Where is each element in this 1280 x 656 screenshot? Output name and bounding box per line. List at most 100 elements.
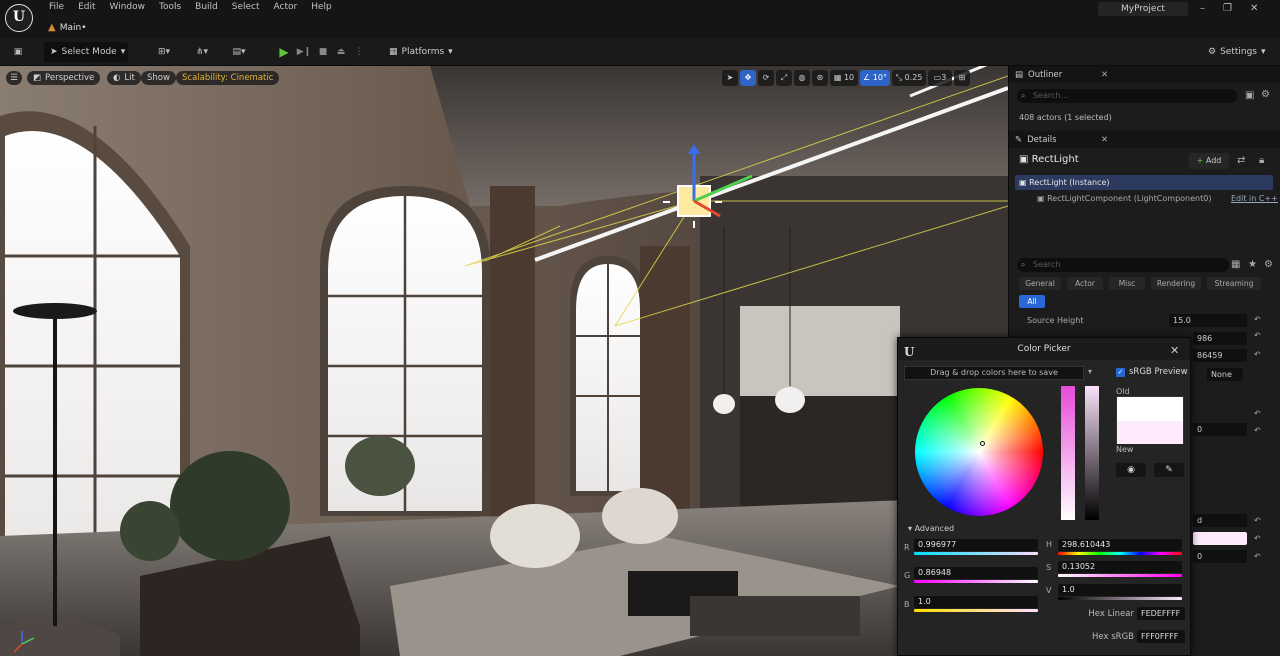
property-dropdown[interactable]: None bbox=[1207, 368, 1243, 381]
s-gradient[interactable] bbox=[1058, 574, 1182, 577]
select-tool-icon[interactable]: ➤ bbox=[722, 70, 738, 86]
component-row-instance[interactable]: ▣ RectLight (Instance) bbox=[1015, 175, 1273, 190]
close-icon[interactable]: ✕ bbox=[1250, 3, 1258, 14]
surface-snap-icon[interactable]: ⊛ bbox=[812, 70, 828, 86]
details-tab[interactable]: ✎ Details ✕ bbox=[1009, 131, 1280, 148]
category-misc[interactable]: Misc bbox=[1109, 277, 1145, 290]
menu-edit[interactable]: Edit bbox=[71, 1, 102, 13]
grid-snap-button[interactable]: ▦ 10 bbox=[830, 70, 858, 86]
s-field[interactable]: 0.13052 bbox=[1058, 561, 1182, 573]
lit-button[interactable]: ◐ Lit bbox=[107, 71, 141, 85]
saturation-slider[interactable] bbox=[1061, 386, 1075, 520]
details-close-icon[interactable]: ✕ bbox=[1101, 135, 1108, 145]
component-row-rectlight[interactable]: ▣ RectLightComponent (LightComponent0) bbox=[1037, 194, 1211, 203]
lock-icon[interactable]: 🔒︎ bbox=[1259, 155, 1264, 166]
table-view-icon[interactable]: ▦ bbox=[1231, 259, 1240, 270]
scalability-badge[interactable]: Scalability: Cinematic bbox=[176, 71, 280, 85]
outliner-close-icon[interactable]: ✕ bbox=[1101, 70, 1108, 80]
reset-icon[interactable]: ↶ bbox=[1254, 331, 1261, 340]
checkbox-checked-icon[interactable]: ✓ bbox=[1116, 367, 1125, 377]
perspective-button[interactable]: ◩ Perspective bbox=[27, 71, 101, 85]
reset-icon[interactable]: ↶ bbox=[1254, 350, 1261, 359]
add-content-icon[interactable]: ⊞▾ bbox=[150, 42, 178, 62]
show-button[interactable]: Show bbox=[141, 71, 176, 85]
v-field[interactable]: 1.0 bbox=[1058, 584, 1182, 596]
eyedropper-icon[interactable]: ✎ bbox=[1154, 463, 1184, 477]
world-space-icon[interactable]: ◍ bbox=[794, 70, 810, 86]
h-gradient[interactable] bbox=[1058, 552, 1182, 555]
reset-icon[interactable]: ↶ bbox=[1254, 552, 1261, 561]
hex-srgb-field[interactable]: FFF0FFFF bbox=[1137, 630, 1185, 643]
settings-button[interactable]: ⚙ Settings ▾ bbox=[1208, 42, 1270, 62]
color-picker-title-bar[interactable]: U Color Picker ✕ bbox=[898, 338, 1190, 360]
star-icon[interactable]: ★ bbox=[1248, 259, 1257, 270]
blueprints-icon[interactable]: ⋔▾ bbox=[188, 42, 216, 62]
play-options-icon[interactable]: ⋮ bbox=[352, 42, 366, 62]
property-field-5[interactable]: 0 bbox=[1193, 550, 1247, 563]
stop-icon[interactable]: ■ bbox=[316, 42, 330, 62]
b-field[interactable]: 1.0 bbox=[914, 596, 1038, 608]
select-mode-dropdown[interactable]: ➤ Select Mode ▾ bbox=[44, 42, 128, 62]
play-icon[interactable]: ▶ bbox=[276, 42, 292, 62]
step-icon[interactable]: ▶❙ bbox=[296, 42, 312, 62]
minimize-icon[interactable]: – bbox=[1200, 3, 1205, 14]
color-wheel[interactable] bbox=[915, 388, 1043, 516]
property-field-4[interactable]: d bbox=[1193, 514, 1247, 527]
menu-tools[interactable]: Tools bbox=[152, 1, 188, 13]
property-field-3[interactable]: 0 bbox=[1193, 423, 1247, 436]
camera-speed-button[interactable]: ▭3 bbox=[928, 70, 952, 86]
b-gradient[interactable] bbox=[914, 609, 1038, 612]
h-field[interactable]: 298.610443 bbox=[1058, 539, 1182, 551]
color-wheel-mode-icon[interactable]: ◉ bbox=[1116, 463, 1146, 477]
cinematics-icon[interactable]: ▤▾ bbox=[225, 42, 253, 62]
property-field-1[interactable]: 986 bbox=[1193, 332, 1247, 345]
category-all[interactable]: All bbox=[1019, 295, 1045, 308]
edit-cpp-link[interactable]: Edit in C++ bbox=[1231, 194, 1278, 203]
menu-select[interactable]: Select bbox=[225, 1, 267, 13]
blueprint-icon[interactable]: ⇄ bbox=[1237, 155, 1245, 166]
folder-icon[interactable]: ▣ bbox=[1245, 90, 1254, 101]
add-component-button[interactable]: + Add bbox=[1189, 153, 1229, 169]
light-color-swatch[interactable] bbox=[1193, 532, 1247, 545]
srgb-preview-toggle[interactable]: ✓ sRGB Preview bbox=[1116, 367, 1188, 377]
color-wheel-selector[interactable] bbox=[980, 441, 985, 446]
unreal-logo-icon[interactable]: U bbox=[5, 4, 33, 32]
gear-icon[interactable]: ⚙ bbox=[1264, 259, 1273, 270]
level-viewport[interactable]: ☰ ◩ Perspective ◐ Lit Show Scalability: … bbox=[0, 66, 1008, 656]
platforms-dropdown[interactable]: ▦ Platforms ▾ bbox=[385, 42, 455, 62]
v-gradient[interactable] bbox=[1058, 597, 1182, 600]
details-search-input[interactable]: ⌕ Search bbox=[1017, 258, 1229, 272]
scale-snap-button[interactable]: ⤡ 0.25 bbox=[892, 70, 926, 86]
reset-icon[interactable]: ↶ bbox=[1254, 315, 1261, 324]
maximize-icon[interactable]: ❐ bbox=[1223, 3, 1232, 14]
menu-file[interactable]: File bbox=[42, 1, 71, 13]
outliner-tab[interactable]: ▤ Outliner ✕ bbox=[1009, 66, 1280, 83]
category-streaming[interactable]: Streaming bbox=[1207, 277, 1261, 290]
hex-linear-field[interactable]: FEDEFFFF bbox=[1137, 607, 1185, 620]
category-general[interactable]: General bbox=[1019, 277, 1061, 290]
value-slider[interactable] bbox=[1085, 386, 1099, 520]
category-actor[interactable]: Actor bbox=[1067, 277, 1103, 290]
tab-main[interactable]: ▲ Main• bbox=[44, 19, 124, 36]
save-icon[interactable]: ▣ bbox=[8, 42, 28, 62]
reset-icon[interactable]: ↶ bbox=[1254, 516, 1261, 525]
chevron-down-icon[interactable]: ▾ bbox=[1088, 367, 1092, 376]
menu-help[interactable]: Help bbox=[304, 1, 339, 13]
reset-icon[interactable]: ↶ bbox=[1254, 426, 1261, 435]
g-gradient[interactable] bbox=[914, 580, 1038, 583]
source-height-field[interactable]: 15.0 bbox=[1169, 314, 1247, 327]
angle-snap-button[interactable]: ∠ 10° bbox=[860, 70, 890, 86]
close-icon[interactable]: ✕ bbox=[1170, 340, 1179, 362]
viewport-menu-icon[interactable]: ☰ bbox=[6, 71, 22, 85]
gear-icon[interactable]: ⚙ bbox=[1261, 89, 1270, 100]
scale-tool-icon[interactable]: ⤢ bbox=[776, 70, 792, 86]
eject-icon[interactable]: ⏏ bbox=[334, 42, 348, 62]
menu-actor[interactable]: Actor bbox=[267, 1, 305, 13]
rotate-tool-icon[interactable]: ⟳ bbox=[758, 70, 774, 86]
advanced-toggle[interactable]: ▾ Advanced bbox=[908, 524, 954, 533]
reset-icon[interactable]: ↶ bbox=[1254, 409, 1261, 418]
color-theme-drop-area[interactable]: Drag & drop colors here to save bbox=[904, 366, 1084, 380]
category-rendering[interactable]: Rendering bbox=[1151, 277, 1201, 290]
translate-tool-icon[interactable]: ✥ bbox=[740, 70, 756, 86]
r-gradient[interactable] bbox=[914, 552, 1038, 555]
